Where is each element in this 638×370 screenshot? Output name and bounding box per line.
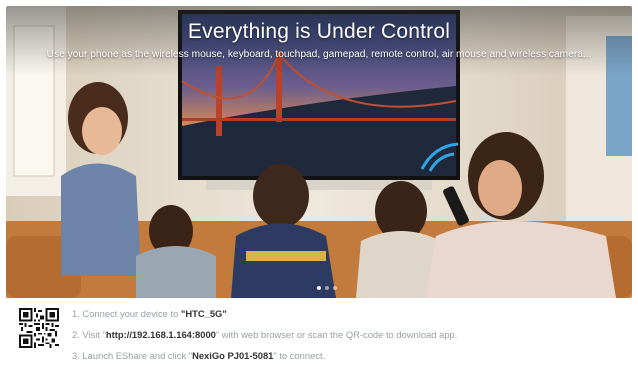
step-1-text: 1. Connect your device to (72, 308, 181, 319)
pager-dot[interactable] (333, 286, 337, 290)
network-name: "HTC_5G" (180, 308, 227, 319)
device-name: NexiGo PJ01-5081 (192, 350, 274, 361)
banner-title: Everything is Under Control (187, 20, 451, 43)
banner-subtitle: Use your phone as the wireless mouse, ke… (46, 49, 592, 60)
carousel-pager[interactable] (317, 286, 337, 290)
step-3-suffix: " to connect. (273, 350, 326, 361)
qr-code-icon (19, 308, 59, 348)
connection-instructions: 1. Connect your device to "HTC_5G" 2. Vi… (72, 307, 457, 370)
pager-dot[interactable] (325, 286, 329, 290)
instruction-step-3: 3. Launch EShare and click "NexiGo PJ01-… (72, 349, 457, 370)
step-2-text: 2. Visit " (72, 329, 106, 340)
download-url: http://192.168.1.164:8000 (105, 329, 216, 340)
pager-dot[interactable] (317, 286, 321, 290)
step-3-text: 3. Launch EShare and click " (72, 350, 193, 361)
hero-banner: Everything is Under Control Use your pho… (6, 6, 632, 298)
instruction-step-1: 1. Connect your device to "HTC_5G" (72, 307, 457, 328)
instruction-step-2: 2. Visit "http://192.168.1.164:8000" wit… (72, 328, 457, 349)
step-2-suffix: " with web browser or scan the QR-code t… (215, 329, 458, 340)
